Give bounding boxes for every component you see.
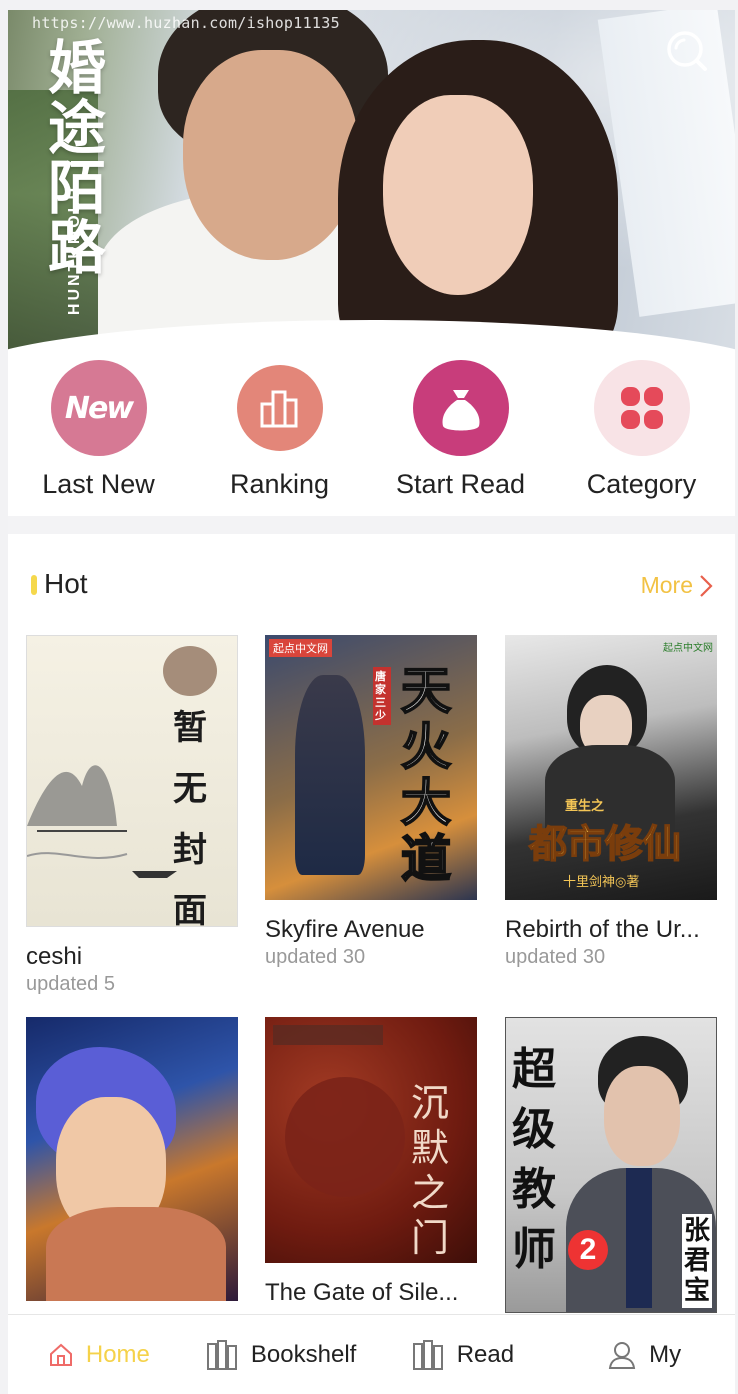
bottom-tab-bar: Home Bookshelf Read My: [8, 1314, 735, 1394]
book-card[interactable]: 超 级 教 师 2 张君宝: [505, 1017, 717, 1313]
tab-label: My: [649, 1340, 682, 1368]
quick-nav-last-new[interactable]: New Last New: [8, 355, 189, 515]
quick-nav-start-read[interactable]: Start Read: [370, 355, 551, 515]
cover-number: 2: [568, 1230, 608, 1270]
book-title: Skyfire Avenue: [265, 916, 425, 943]
quick-nav-ranking[interactable]: Ranking: [189, 355, 370, 515]
quick-nav-label: Start Read: [395, 469, 526, 499]
tab-label: Home: [85, 1340, 150, 1368]
search-icon[interactable]: [664, 28, 710, 74]
book-title: Rebirth of the Ur...: [505, 916, 700, 943]
cover-publisher: 起点中文网: [269, 639, 332, 657]
cover-title: 都市修仙: [528, 820, 682, 867]
book-card[interactable]: 暂 无 封 面 ceshi updated 5: [26, 635, 238, 996]
new-badge-icon: New: [50, 360, 147, 456]
user-icon: [608, 1341, 636, 1369]
bar-chart-icon: [236, 365, 323, 451]
quick-nav-category[interactable]: Category: [551, 355, 732, 515]
tab-home[interactable]: Home: [8, 1315, 190, 1394]
book-cover[interactable]: 沉 默 之 门: [265, 1017, 477, 1263]
home-icon: [49, 1343, 72, 1366]
quick-nav-label: Last New: [42, 469, 155, 499]
book-card[interactable]: [26, 1017, 238, 1301]
book-cover[interactable]: 起点中文网 重生之 都市修仙 十里剑神◎著: [505, 635, 717, 900]
cover-prefix: 重生之: [565, 798, 605, 813]
tab-my[interactable]: My: [553, 1315, 735, 1394]
section-divider: [8, 516, 735, 534]
hot-section-header: Hot More: [8, 560, 735, 610]
cover-author: 张君宝: [682, 1214, 713, 1308]
banner-title: 婚 途 陌 路: [48, 34, 107, 282]
cover-title: 暂 无 封 面: [173, 708, 207, 927]
home-screen: https://www.huzhan.com/ishop11135 婚 途 陌 …: [8, 10, 735, 1394]
hero-banner[interactable]: https://www.huzhan.com/ishop11135 婚 途 陌 …: [8, 10, 735, 350]
more-label: More: [640, 572, 693, 598]
book-card[interactable]: 沉 默 之 门 The Gate of Sile...: [265, 1017, 477, 1307]
cover-publisher: 起点中文网: [663, 643, 713, 654]
tab-read[interactable]: Read: [372, 1315, 554, 1394]
book-updated: updated 30: [505, 946, 606, 968]
book-card[interactable]: 起点中文网 重生之 都市修仙 十里剑神◎著 Rebirth of the Ur.…: [505, 635, 717, 969]
tab-label: Read: [456, 1340, 515, 1368]
book-cover[interactable]: 超 级 教 师 2 张君宝: [505, 1017, 717, 1313]
book-cover[interactable]: 起点中文网 唐家三少 天 火 大 道: [265, 635, 477, 900]
cover-title: 沉 默 之 门: [411, 1081, 450, 1260]
book-cover[interactable]: [26, 1017, 238, 1301]
section-title: Hot: [44, 568, 88, 599]
cover-title: 天 火 大 道: [400, 661, 452, 888]
section-marker: [31, 575, 37, 595]
watermark-url: https://www.huzhan.com/ishop11135: [32, 14, 340, 32]
more-link[interactable]: More: [641, 572, 713, 599]
book-read-icon: [412, 1339, 443, 1370]
book-card[interactable]: 起点中文网 唐家三少 天 火 大 道 Skyfire Avenue update…: [265, 635, 477, 969]
bookshelf-icon: [206, 1339, 237, 1370]
tab-label: Bookshelf: [250, 1340, 357, 1368]
quick-nav: New Last New Ranking Start Read Category: [8, 355, 735, 515]
chevron-right-icon: [700, 574, 713, 597]
money-bag-icon: [412, 360, 509, 456]
quick-nav-label: Category: [586, 469, 697, 499]
cover-title: 超 级 教 师: [512, 1044, 556, 1275]
banner-subtitle: HUNTUMOLU: [66, 185, 83, 316]
cover-author: 十里剑神◎著: [563, 874, 640, 889]
tab-bookshelf[interactable]: Bookshelf: [190, 1315, 372, 1394]
book-title: ceshi: [26, 943, 83, 970]
cover-author: 唐家三少: [373, 667, 391, 725]
book-title: The Gate of Sile...: [265, 1279, 459, 1306]
book-updated: updated 30: [265, 946, 366, 968]
book-cover[interactable]: 暂 无 封 面: [26, 635, 238, 927]
book-updated: updated 5: [26, 973, 115, 995]
quick-nav-label: Ranking: [229, 469, 330, 499]
four-petal-grid-icon: [593, 360, 690, 456]
